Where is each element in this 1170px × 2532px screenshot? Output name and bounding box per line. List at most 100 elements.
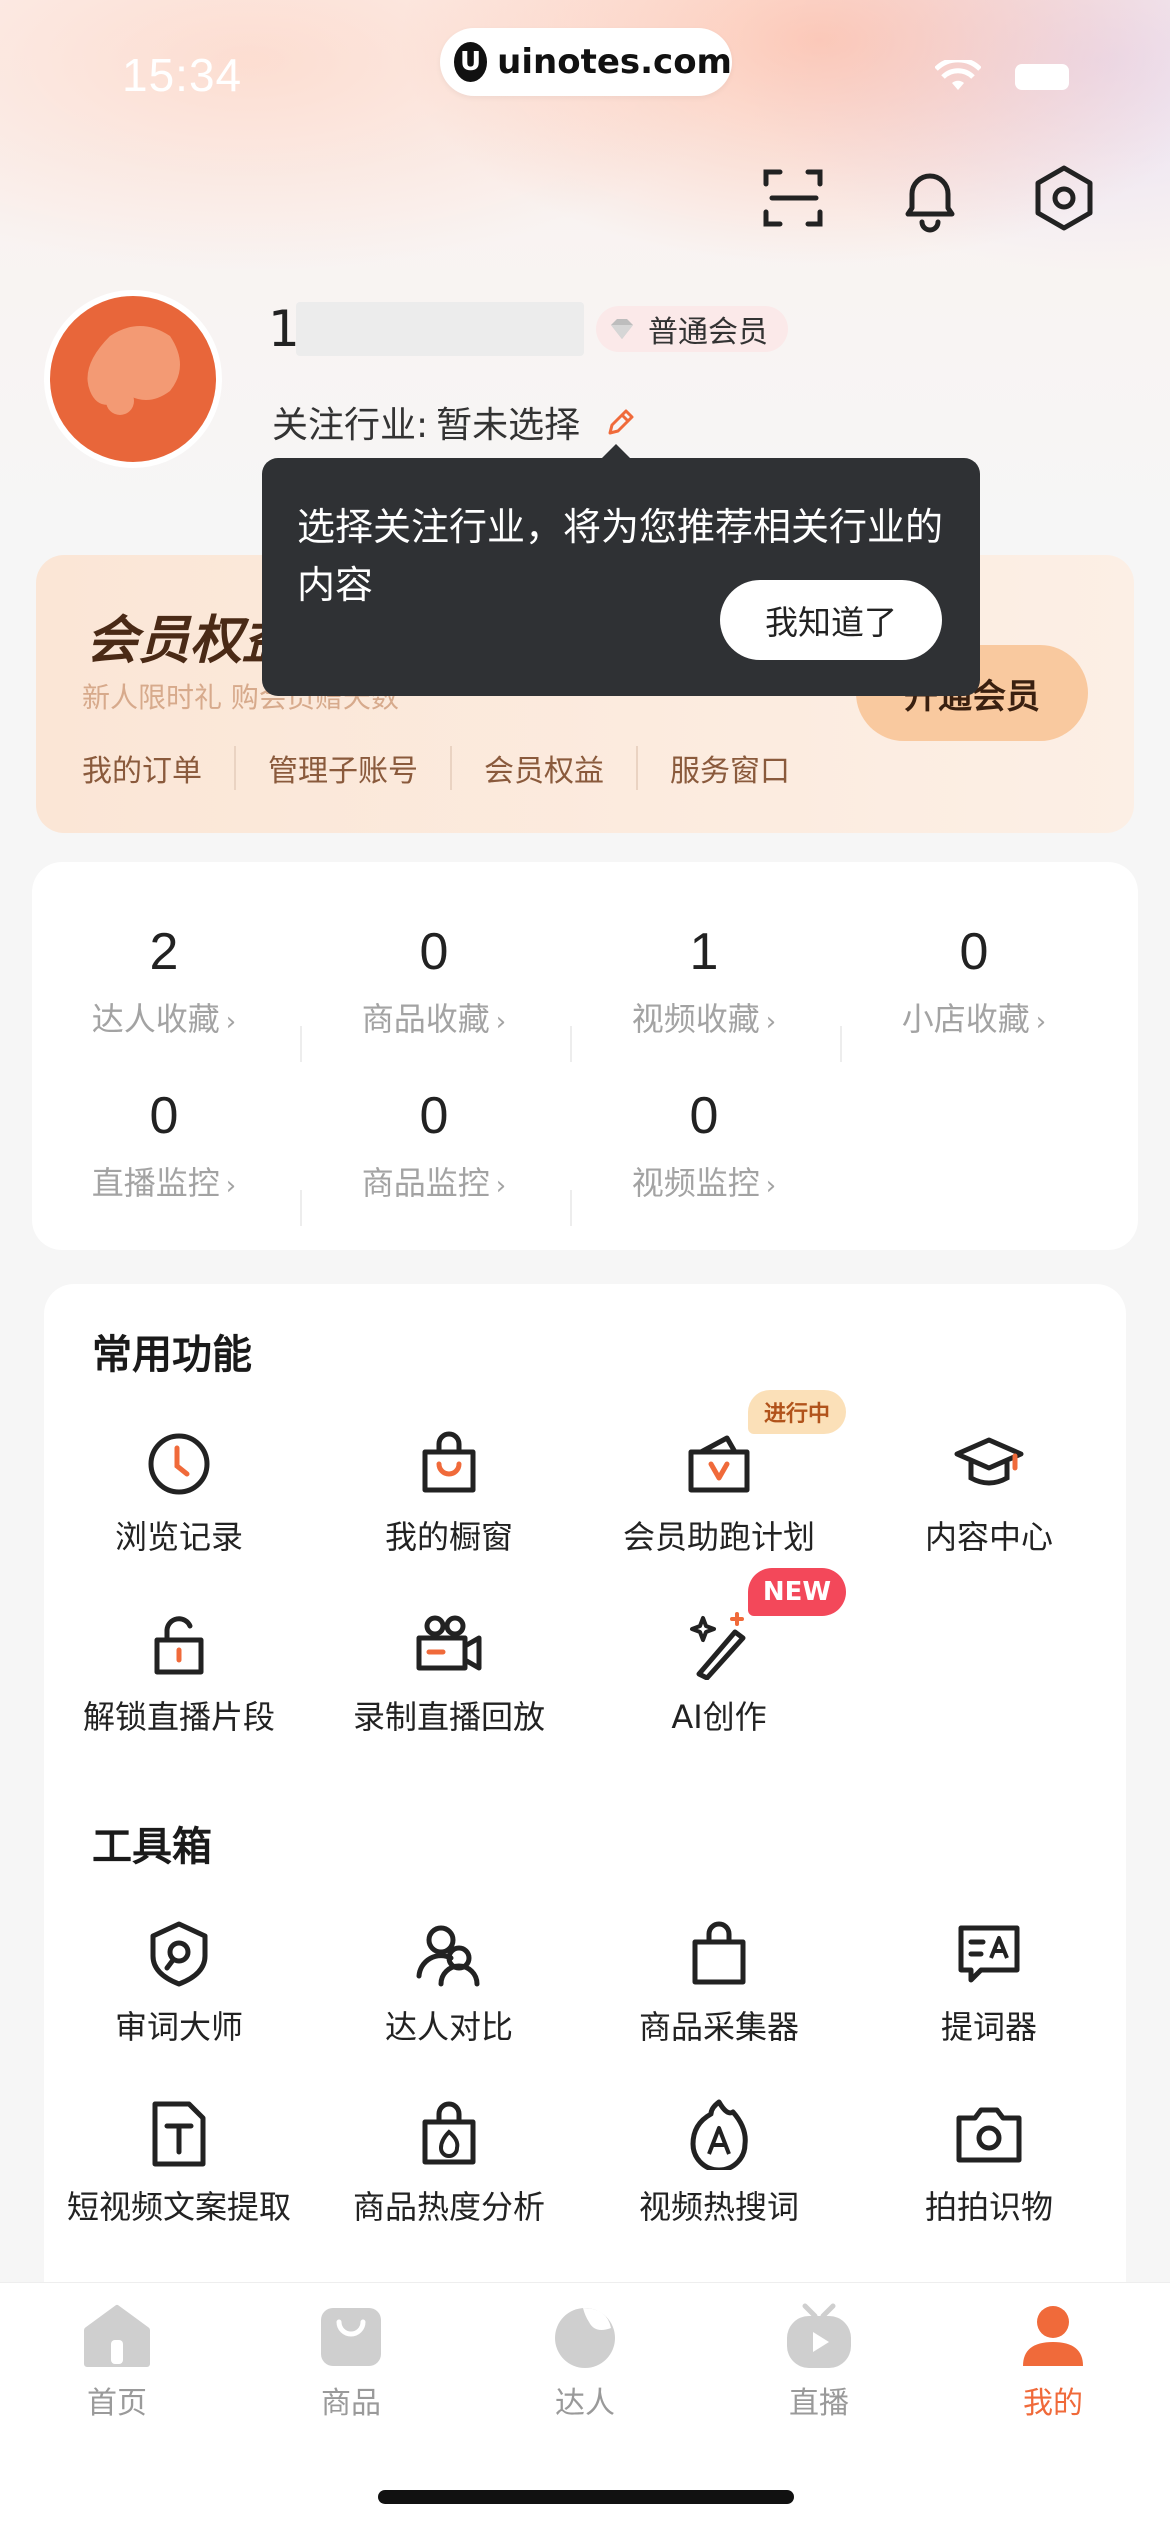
username-redacted — [296, 302, 584, 356]
stat-label: 达人收藏 — [91, 1000, 220, 1038]
tab-label: 达人 — [555, 2386, 615, 2421]
chevron-right-icon: › — [225, 1007, 237, 1037]
stat-label: 商品收藏 — [361, 1000, 490, 1038]
industry-value: 暂未选择 — [436, 405, 581, 446]
tool-label: 视频热搜词 — [638, 2188, 799, 2226]
text-document-icon — [152, 2101, 206, 2167]
stat-shop-favorites[interactable]: 0 小店收藏 › — [840, 922, 1108, 1040]
tool-photo-identify[interactable]: 拍拍识物 — [854, 2098, 1124, 2228]
function-ai-creation[interactable]: AI创作 — [584, 1608, 854, 1738]
stat-product-monitor[interactable]: 0 商品监控 › — [300, 1086, 568, 1204]
stat-video-favorites[interactable]: 1 视频收藏 › — [570, 922, 838, 1040]
tool-label: 审词大师 — [114, 2008, 243, 2046]
product-icon — [321, 2308, 381, 2366]
video-camera-icon — [416, 1615, 482, 1671]
avatar[interactable] — [44, 290, 222, 468]
tool-label: 商品热度分析 — [352, 2188, 545, 2226]
bell-icon[interactable] — [894, 162, 966, 234]
graduation-cap-icon — [954, 1437, 1024, 1486]
member-level-badge[interactable]: 普通会员 — [596, 306, 788, 352]
stat-video-monitor[interactable]: 0 视频监控 › — [570, 1086, 838, 1204]
function-content-center[interactable]: 内容中心 — [854, 1428, 1124, 1558]
tool-word-checker[interactable]: 审词大师 — [44, 1918, 314, 2048]
vip-link-subaccounts[interactable]: 管理子账号 — [234, 746, 450, 790]
ongoing-badge: 进行中 — [748, 1390, 846, 1434]
tab-products[interactable]: 商品 — [234, 2300, 468, 2422]
tab-label: 我的 — [1023, 2386, 1083, 2421]
tool-talent-compare[interactable]: 达人对比 — [314, 1918, 584, 2048]
vip-link-service[interactable]: 服务窗口 — [636, 746, 822, 790]
tab-label: 直播 — [789, 2386, 849, 2421]
member-level-text: 普通会员 — [648, 315, 768, 350]
function-my-showcase[interactable]: 我的橱窗 — [314, 1428, 584, 1558]
tool-product-collector[interactable]: 商品采集器 — [584, 1918, 854, 2048]
tab-home[interactable]: 首页 — [0, 2300, 234, 2422]
tooltip-dismiss-button[interactable]: 我知道了 — [720, 580, 942, 660]
stat-value: 0 — [419, 1087, 449, 1145]
shield-search-icon — [150, 1921, 208, 1987]
site-logo-icon: U — [454, 42, 488, 82]
tool-label: 达人对比 — [384, 2008, 513, 2046]
function-label: 解锁直播片段 — [82, 1698, 275, 1736]
vip-box-icon — [688, 1435, 750, 1493]
divider — [840, 1026, 842, 1062]
function-record-live-replay[interactable]: 录制直播回放 — [314, 1608, 584, 1738]
tool-label: 拍拍识物 — [924, 2188, 1053, 2226]
chevron-right-icon: › — [495, 1171, 507, 1201]
stat-product-favorites[interactable]: 0 商品收藏 › — [300, 922, 568, 1040]
edit-pencil-icon[interactable] — [604, 405, 638, 439]
shopping-bag-icon — [422, 1431, 476, 1493]
function-browse-history[interactable]: 浏览记录 — [44, 1428, 314, 1558]
function-label: 内容中心 — [924, 1518, 1053, 1556]
magic-wand-icon — [690, 1612, 746, 1680]
bag-icon — [692, 1921, 746, 1985]
tab-label: 商品 — [321, 2386, 381, 2421]
function-member-plan[interactable]: 会员助跑计划 — [584, 1428, 854, 1558]
stat-talent-favorites[interactable]: 2 达人收藏 › — [30, 922, 298, 1040]
tab-me[interactable]: 我的 — [936, 2300, 1170, 2422]
tool-teleprompter[interactable]: 提词器 — [854, 1918, 1124, 2048]
common-functions-title: 常用功能 — [92, 1332, 252, 1378]
battery-icon — [1015, 64, 1069, 90]
users-icon — [416, 1925, 480, 1987]
divider — [300, 1190, 302, 1226]
tool-label: 短视频文案提取 — [66, 2188, 291, 2226]
chevron-right-icon: › — [765, 1171, 777, 1201]
function-label: AI创作 — [671, 1698, 767, 1736]
chevron-right-icon: › — [225, 1171, 237, 1201]
vip-links: 我的订单 管理子账号 会员权益 服务窗口 — [82, 746, 822, 790]
function-label: 会员助跑计划 — [622, 1518, 815, 1556]
function-label: 浏览记录 — [114, 1518, 243, 1556]
industry-row[interactable]: 关注行业: 暂未选择 — [272, 396, 638, 448]
stat-value: 0 — [419, 923, 449, 981]
tool-product-heat[interactable]: 商品热度分析 — [314, 2098, 584, 2228]
vip-link-benefits[interactable]: 会员权益 — [450, 746, 636, 790]
settings-icon[interactable] — [1028, 162, 1100, 234]
chevron-right-icon: › — [495, 1007, 507, 1037]
diamond-icon — [611, 319, 633, 339]
tab-talents[interactable]: 达人 — [468, 2300, 702, 2422]
stat-value: 2 — [149, 923, 179, 981]
function-label: 录制直播回放 — [352, 1698, 545, 1736]
home-icon — [84, 2305, 150, 2367]
function-unlock-live-clips[interactable]: 解锁直播片段 — [44, 1608, 314, 1738]
tool-video-text-extract[interactable]: 短视频文案提取 — [44, 2098, 314, 2228]
stat-label: 商品监控 — [361, 1164, 490, 1202]
live-tv-icon — [787, 2303, 851, 2368]
avatar-illustration-icon — [87, 326, 180, 415]
url-pill: U uinotes.com — [440, 28, 732, 96]
vip-link-orders[interactable]: 我的订单 — [82, 746, 234, 790]
tab-live[interactable]: 直播 — [702, 2300, 936, 2422]
home-indicator[interactable] — [378, 2490, 794, 2504]
url-text: uinotes.com — [497, 42, 732, 82]
tool-label: 提词器 — [940, 2008, 1037, 2046]
unlock-icon — [154, 1616, 204, 1675]
industry-label: 关注行业: — [272, 405, 429, 446]
tool-video-hot-words[interactable]: 视频热搜词 — [584, 2098, 854, 2228]
teleprompter-icon — [958, 1925, 1020, 1983]
stat-live-monitor[interactable]: 0 直播监控 › — [30, 1086, 298, 1204]
tab-label: 首页 — [87, 2386, 147, 2421]
divider — [570, 1190, 572, 1226]
status-time: 15:34 — [122, 49, 243, 101]
scan-icon[interactable] — [758, 162, 830, 234]
